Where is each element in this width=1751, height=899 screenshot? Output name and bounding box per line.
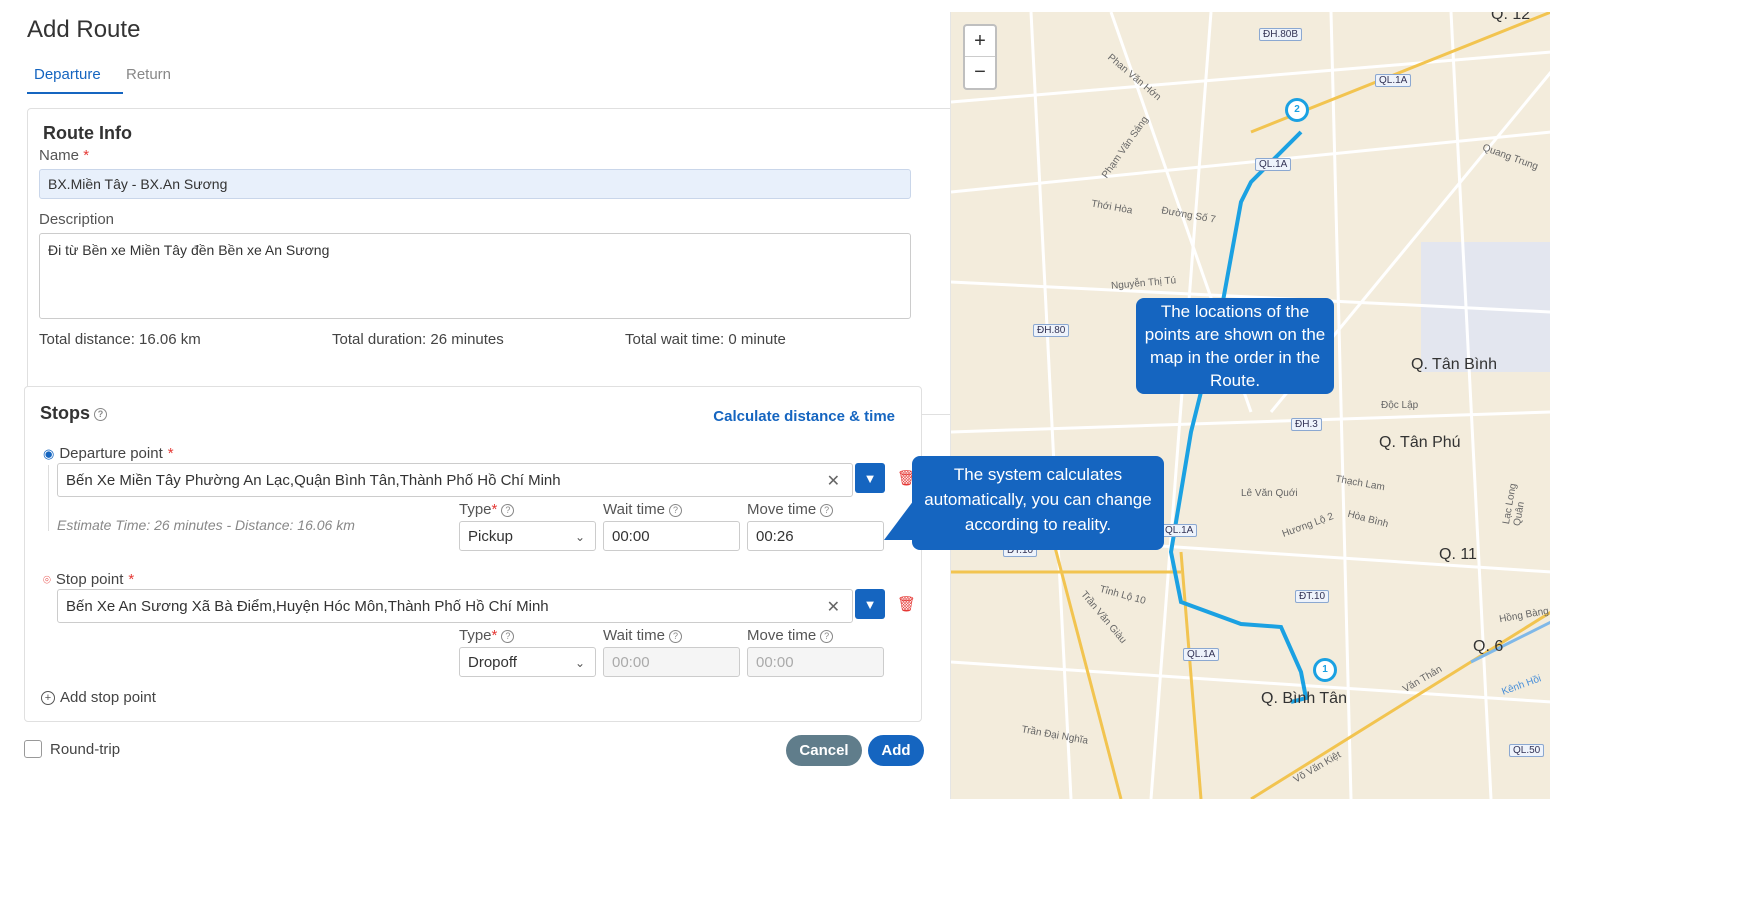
district-label: Q. Bình Tân [1261, 690, 1347, 707]
zoom-in-button[interactable]: + [965, 26, 995, 57]
add-button[interactable]: Add [868, 735, 924, 766]
cancel-button[interactable]: Cancel [786, 735, 862, 766]
route-info-card: Route Info Name * BX.Miền Tây - BX.An Sư… [27, 108, 1035, 415]
stop-point-label: ⌾ Stop point * [43, 571, 135, 588]
street-label: Độc Lập [1381, 400, 1419, 411]
road-badge: ĐH.80B [1259, 28, 1303, 41]
chevron-down-icon: ▼ [863, 596, 877, 612]
name-label: Name * [39, 147, 90, 164]
chevron-down-icon: ⌄ [574, 530, 585, 544]
map-callout: The locations of the points are shown on… [1136, 298, 1334, 394]
stop-type-select[interactable]: Dropoff ⌄ [459, 647, 596, 677]
zoom-out-button[interactable]: − [965, 57, 995, 88]
stop-address-input[interactable]: Bến Xe An Sương Xã Bà Điểm,Huyện Hóc Môn… [57, 589, 853, 623]
round-trip-checkbox[interactable]: Round-trip [24, 740, 120, 758]
round-trip-label: Round-trip [50, 740, 121, 758]
tab-departure[interactable]: Departure [34, 66, 101, 83]
add-stop-point-button[interactable]: + Add stop point [41, 689, 156, 706]
stop-type-label: Type*? [459, 627, 515, 644]
departure-wait-label: Wait time? [603, 501, 682, 518]
district-label: Q. Tân Bình [1411, 356, 1497, 373]
stop-delete-icon[interactable]: 🗑 [897, 595, 916, 613]
departure-dropdown-button[interactable]: ▼ [855, 463, 885, 493]
active-tab-indicator [27, 92, 123, 94]
target-icon: ◉ [43, 445, 55, 461]
departure-connector-line [48, 465, 49, 531]
stops-title: Stops? [40, 403, 108, 424]
plus-circle-icon: + [41, 690, 55, 705]
page-title: Add Route [27, 16, 141, 43]
clear-icon[interactable]: ✕ [827, 471, 840, 491]
departure-move-input[interactable]: 00:26 [747, 521, 884, 551]
stop-wait-label: Wait time? [603, 627, 682, 644]
help-icon[interactable]: ? [668, 503, 682, 517]
total-duration: Total duration: 26 minutes [332, 331, 504, 348]
chevron-down-icon: ▼ [863, 470, 877, 486]
road-badge: QL.1A [1375, 74, 1412, 87]
departure-type-select[interactable]: Pickup ⌄ [459, 521, 596, 551]
departure-address-input[interactable]: Bến Xe Miền Tây Phường An Lạc,Quận Bình … [57, 463, 853, 497]
road-badge: QL.50 [1509, 744, 1545, 757]
checkbox-box[interactable] [24, 740, 42, 758]
stop-move-input: 00:00 [747, 647, 884, 677]
departure-move-label: Move time? [747, 501, 834, 518]
road-badge: QL.1A [1255, 158, 1292, 171]
stop-wait-input: 00:00 [603, 647, 740, 677]
road-badge: ĐH.3 [1291, 418, 1322, 431]
route-map[interactable]: + − Q. Tân Bình Q. Tân Phú Q. 11 Q. 6 Q.… [950, 12, 1550, 799]
street-label: Lê Văn Quới [1241, 488, 1298, 499]
clear-icon[interactable]: ✕ [827, 597, 840, 617]
district-label: Q. Tân Phú [1379, 434, 1461, 451]
road-badge: QL.1A [1161, 524, 1198, 537]
form-panel: Add Route Departure Return Route Info Na… [0, 0, 1040, 899]
help-icon[interactable]: ? [668, 629, 682, 643]
total-wait-time: Total wait time: 0 minute [625, 331, 786, 348]
departure-point-label: ◉ Departure point * [43, 445, 174, 462]
departure-wait-input[interactable]: 00:00 [603, 521, 740, 551]
road-badge: ĐH.80 [1033, 324, 1070, 337]
help-icon[interactable]: ? [820, 503, 834, 517]
name-input[interactable]: BX.Miền Tây - BX.An Sương [39, 169, 911, 199]
description-label: Description [39, 211, 115, 228]
help-icon[interactable]: ? [94, 407, 108, 421]
zoom-control: + − [963, 24, 997, 90]
system-callout: The system calculates automatically, you… [912, 456, 1164, 550]
location-pin-icon: ⌾ [43, 571, 51, 587]
district-label: Q. 6 [1473, 638, 1504, 655]
tab-return[interactable]: Return [126, 66, 171, 83]
help-icon[interactable]: ? [501, 503, 515, 517]
stop-dropdown-button[interactable]: ▼ [855, 589, 885, 619]
tab-bar: Departure Return [27, 62, 1037, 96]
help-icon[interactable]: ? [820, 629, 834, 643]
callout-pointer [884, 500, 914, 540]
chevron-down-icon: ⌄ [574, 656, 585, 670]
description-textarea[interactable]: Đi từ Bền xe Miền Tây đền Bền xe An Sươn… [39, 233, 911, 319]
total-distance: Total distance: 16.06 km [39, 331, 201, 348]
estimate-text: Estimate Time: 26 minutes - Distance: 16… [57, 517, 355, 533]
departure-type-label: Type*? [459, 501, 515, 518]
road-badge: ĐT.10 [1295, 590, 1330, 603]
district-label: Q. 12 [1491, 12, 1531, 23]
district-label: Q. 11 [1439, 546, 1477, 563]
stops-card: Stops? Calculate distance & time ◉ Depar… [24, 386, 922, 722]
calculate-distance-link[interactable]: Calculate distance & time [713, 408, 895, 425]
marker-1[interactable]: 1 [1313, 658, 1337, 682]
route-info-title: Route Info [43, 123, 132, 143]
help-icon[interactable]: ? [501, 629, 515, 643]
map-base [951, 12, 1550, 799]
stop-move-label: Move time? [747, 627, 834, 644]
marker-2[interactable]: 2 [1285, 98, 1309, 122]
road-badge: QL.1A [1183, 648, 1220, 661]
